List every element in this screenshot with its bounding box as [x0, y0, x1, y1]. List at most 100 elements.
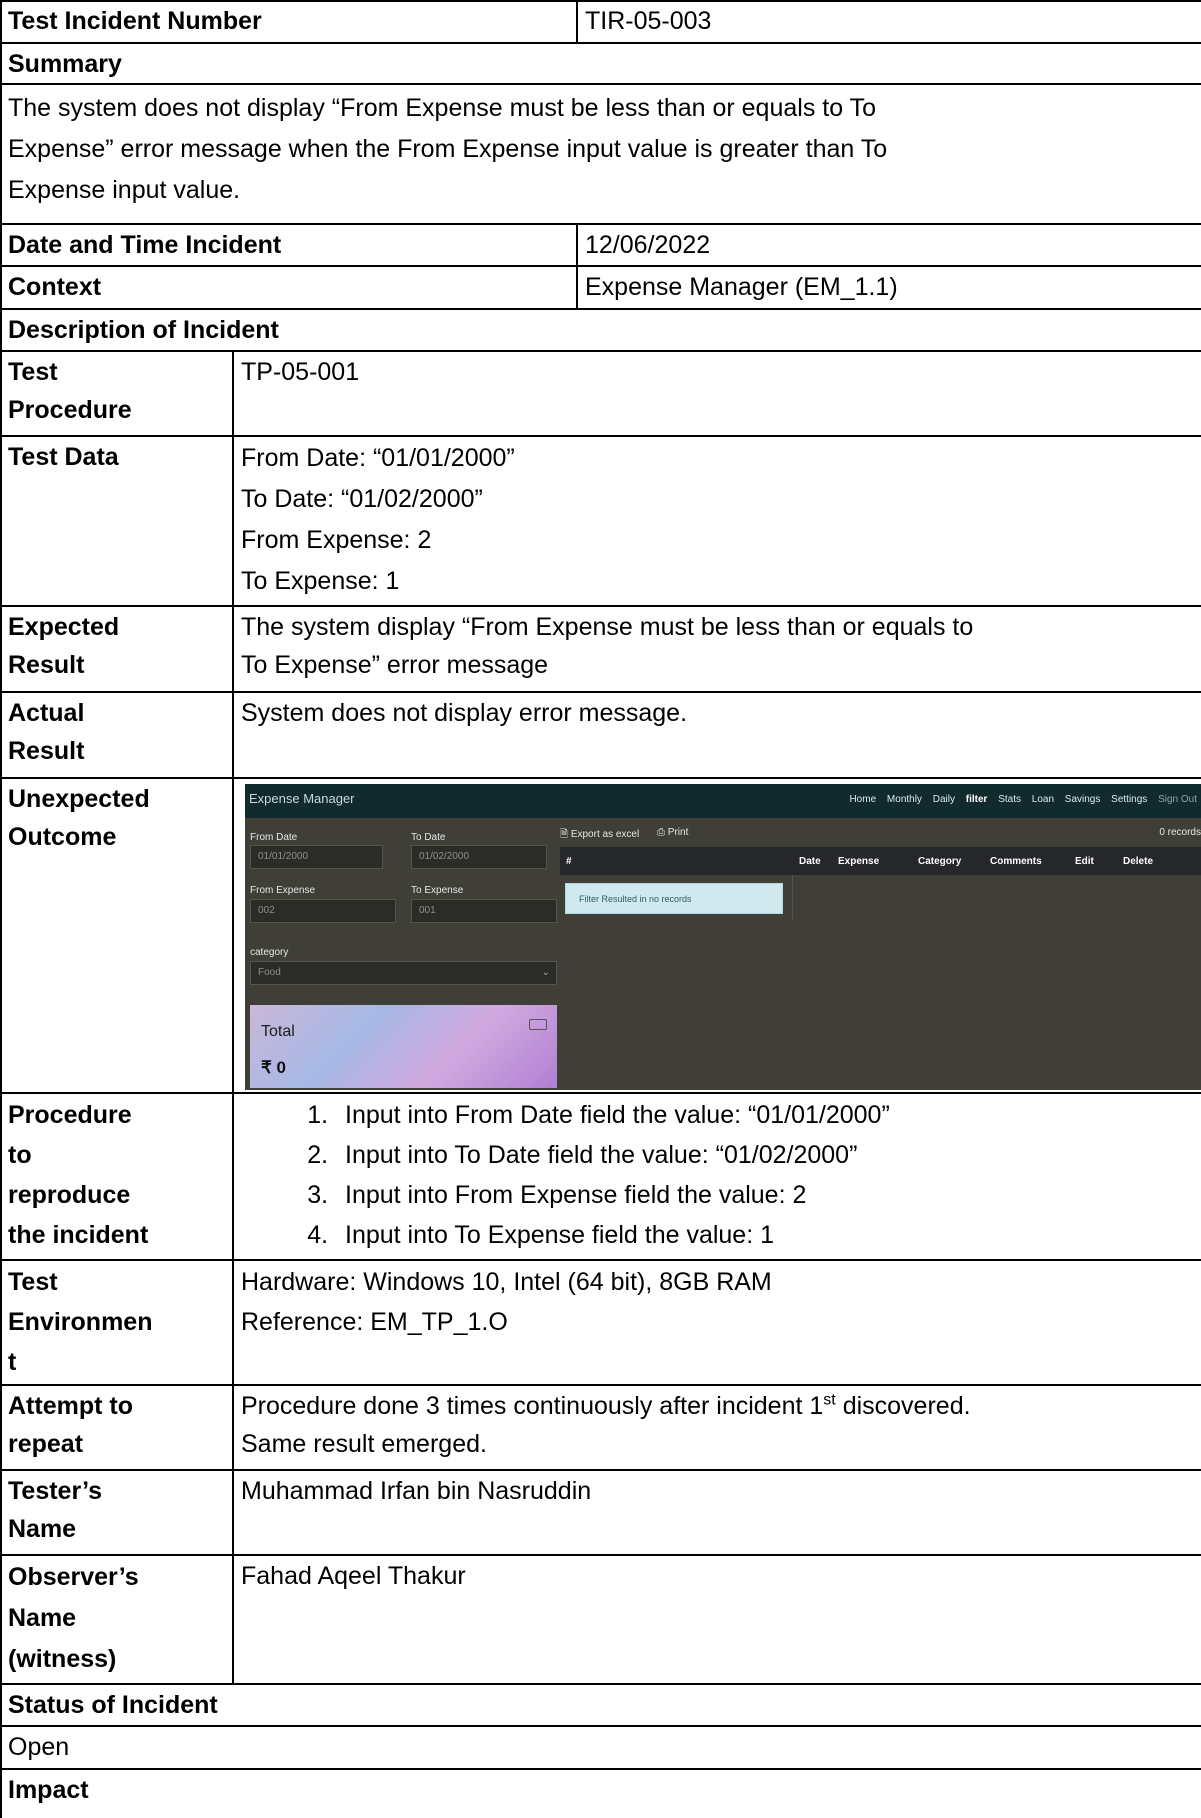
status-label: Status of Incident — [8, 1691, 218, 1719]
status-label-row: Status of Incident — [0, 1684, 1201, 1726]
grid-line — [0, 308, 1201, 310]
attempt-row: Attempt to repeat Procedure done 3 times… — [0, 1385, 1201, 1470]
step-item: Input into To Date field the value: “01/… — [335, 1135, 1193, 1175]
expense-manager-screenshot: Expense Manager Home Monthly Daily filte… — [245, 784, 1201, 1090]
grid-line — [576, 223, 578, 309]
grid-line — [0, 1384, 1201, 1386]
date-time-row: Date and Time Incident 12/06/2022 — [0, 224, 1201, 266]
column-date[interactable]: Date — [799, 856, 821, 867]
attempt-line: Procedure done 3 times continuously afte… — [241, 1387, 1193, 1425]
context-row: Context Expense Manager (EM_1.1) — [0, 266, 1201, 309]
test-data-line: From Date: “01/01/2000” — [241, 444, 515, 472]
procedure-steps: Input into From Date field the value: “0… — [233, 1093, 1201, 1260]
test-environment-row: Test Environmen t Hardware: Windows 10, … — [0, 1260, 1201, 1385]
to-expense-input[interactable]: 001 — [411, 899, 557, 923]
nav-savings[interactable]: Savings — [1065, 794, 1101, 805]
app-brand[interactable]: Expense Manager — [249, 791, 355, 806]
summary-line: Expense” error message when the From Exp… — [8, 135, 888, 163]
nav-stats[interactable]: Stats — [998, 794, 1021, 805]
attempt-label: Attempt to repeat — [0, 1385, 233, 1470]
procedure-label: Procedure to reproduce the incident — [0, 1093, 233, 1260]
table-divider — [792, 875, 793, 920]
label-line: t — [8, 1348, 17, 1376]
export-label: Export as excel — [570, 829, 640, 840]
label-line: Result — [8, 737, 85, 765]
grid-line — [576, 0, 578, 43]
description-label: Description of Incident — [8, 316, 279, 344]
label-line: Test — [8, 358, 58, 386]
tester-row: Tester’s Name Muhammad Irfan bin Nasrudd… — [0, 1470, 1201, 1555]
label-line: the incident — [8, 1221, 149, 1249]
summary-label-row: Summary — [0, 43, 1201, 84]
label-line: Environmen — [8, 1308, 153, 1336]
actual-result-value: System does not display error message. — [241, 699, 688, 727]
step-item: Input into To Expense field the value: 1 — [335, 1215, 1193, 1255]
nav-daily[interactable]: Daily — [933, 794, 955, 805]
summary-line: The system does not display “From Expens… — [8, 94, 877, 122]
environment-line: Hardware: Windows 10, Intel (64 bit), 8G… — [241, 1268, 772, 1296]
column-category[interactable]: Category — [918, 856, 961, 867]
incident-number-value: TIR-05-003 — [585, 7, 712, 35]
table-toolbar: 🗎 Export as excel ⎙ Print 0 records — [560, 825, 1201, 843]
summary-label: Summary — [8, 50, 122, 78]
column-comments[interactable]: Comments — [990, 856, 1042, 867]
total-card: Total ₹ 0 — [250, 1005, 557, 1088]
date-time-value: 12/06/2022 — [585, 231, 711, 259]
expected-result-label: Expected Result — [0, 606, 233, 692]
label-line: Attempt to — [8, 1392, 133, 1420]
description-row: Description of Incident — [0, 309, 1201, 351]
print-label: Print — [667, 827, 689, 838]
tester-label: Tester’s Name — [0, 1470, 233, 1555]
to-date-input[interactable]: 01/02/2000 — [411, 845, 547, 869]
nav-home[interactable]: Home — [849, 794, 876, 805]
steps-list: Input into From Date field the value: “0… — [233, 1095, 1193, 1255]
attempt-text: Procedure done 3 times continuously afte… — [241, 1392, 824, 1420]
actual-result-row: Actual Result System does not display er… — [0, 692, 1201, 778]
step-item: Input into From Expense field the value:… — [335, 1175, 1193, 1215]
label-line: repeat — [8, 1430, 84, 1458]
column-delete[interactable]: Delete — [1123, 856, 1153, 867]
from-date-input[interactable]: 01/01/2000 — [250, 845, 383, 869]
nav-filter[interactable]: filter — [966, 794, 988, 805]
label-line: to — [8, 1141, 32, 1169]
expected-result-row: Expected Result The system display “From… — [0, 606, 1201, 692]
from-expense-input[interactable]: 002 — [250, 899, 396, 923]
column-index[interactable]: # — [566, 856, 572, 867]
test-procedure-row: Test Procedure TP-05-001 — [0, 351, 1201, 436]
print-button[interactable]: ⎙ Print — [657, 827, 688, 838]
label-line: Tester’s — [8, 1477, 103, 1505]
label-line: Actual — [8, 699, 85, 727]
table-header: # Date Expense Category Comments Edit De… — [560, 847, 1201, 875]
incident-number-label: Test Incident Number — [8, 7, 262, 35]
column-edit[interactable]: Edit — [1075, 856, 1094, 867]
nav-sign-out[interactable]: Sign Out — [1158, 794, 1197, 805]
unexpected-outcome-label: Unexpected Outcome — [0, 778, 233, 1093]
actual-result-label: Actual Result — [0, 692, 233, 778]
attempt-value: Procedure done 3 times continuously afte… — [233, 1385, 1201, 1470]
status-value: Open — [8, 1733, 70, 1761]
nav-loan[interactable]: Loan — [1032, 794, 1054, 805]
money-icon — [529, 1019, 547, 1030]
context-value: Expense Manager (EM_1.1) — [585, 273, 898, 301]
from-expense-label: From Expense — [250, 885, 316, 896]
expected-result-value: The system display “From Expense must be… — [233, 606, 1201, 692]
grid-line — [0, 265, 1201, 267]
observer-row: Observer’s Name (witness) Fahad Aqeel Th… — [0, 1555, 1201, 1684]
test-data-value: From Date: “01/01/2000” To Date: “01/02/… — [233, 436, 1201, 606]
nav-monthly[interactable]: Monthly — [887, 794, 922, 805]
export-excel-button[interactable]: 🗎 Export as excel — [560, 827, 639, 844]
ordinal-suffix: st — [823, 1391, 836, 1409]
category-label: category — [250, 947, 289, 958]
from-date-label: From Date — [250, 832, 298, 843]
test-procedure-value: TP-05-001 — [241, 358, 360, 386]
grid-line — [232, 350, 234, 1684]
test-data-line: To Date: “01/02/2000” — [241, 485, 483, 513]
date-time-label: Date and Time Incident — [8, 231, 282, 259]
nav-settings[interactable]: Settings — [1111, 794, 1147, 805]
attempt-line: Same result emerged. — [241, 1430, 487, 1458]
summary-text-row: The system does not display “From Expens… — [0, 84, 1201, 224]
records-count: 0 records — [1159, 827, 1201, 838]
category-select[interactable]: Food ⌄ — [250, 961, 557, 985]
grid-line — [0, 1554, 1201, 1556]
column-expense[interactable]: Expense — [838, 856, 879, 867]
